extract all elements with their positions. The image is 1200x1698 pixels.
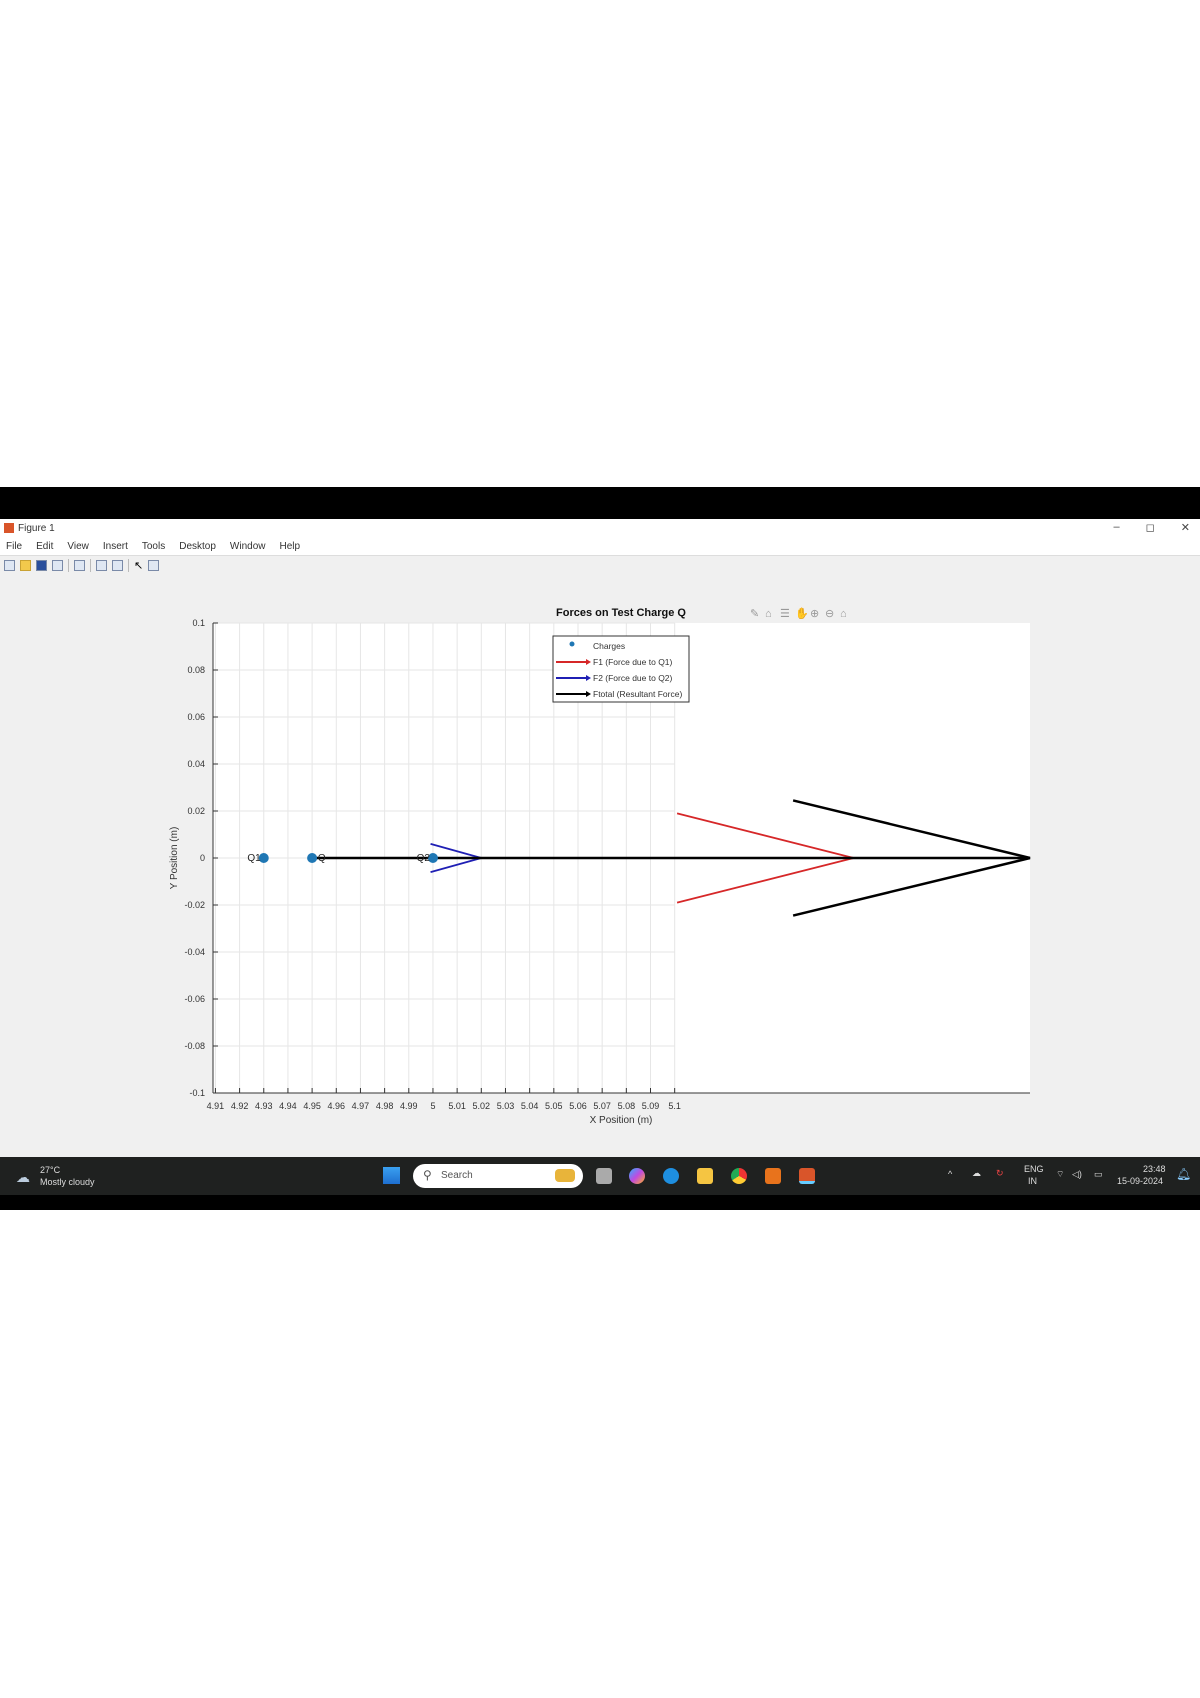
zoom-in-icon: ⊕: [810, 608, 819, 620]
x-tick-label: 5.01: [448, 1101, 466, 1111]
charge-label: Q1: [247, 853, 261, 864]
sync-icon[interactable]: ↻: [996, 1168, 1004, 1179]
x-tick-label: 5.05: [545, 1101, 563, 1111]
x-tick-label: 5.06: [569, 1101, 587, 1111]
edge-icon[interactable]: [663, 1168, 679, 1184]
search-box[interactable]: ⚲ Search: [413, 1164, 583, 1188]
x-tick-label: 5.08: [618, 1101, 636, 1111]
y-tick-label: 0.08: [187, 665, 205, 675]
x-tick-label: 5.09: [642, 1101, 660, 1111]
search-icon: ⚲: [423, 1168, 432, 1182]
legend-icon: ☰: [780, 608, 790, 620]
charge-label: Q: [318, 853, 326, 864]
x-tick-label: 4.99: [400, 1101, 418, 1111]
x-tick-label: 5.03: [497, 1101, 515, 1111]
charge-marker: [307, 853, 318, 863]
brush-icon: ⌂: [765, 608, 772, 620]
copilot-icon[interactable]: [629, 1168, 645, 1184]
clock-time[interactable]: 23:48: [1143, 1164, 1166, 1174]
y-tick-label: -0.08: [184, 1041, 205, 1051]
x-tick-label: 5.02: [473, 1101, 491, 1111]
search-highlight-icon: [555, 1169, 575, 1182]
x-tick-label: 5: [430, 1101, 435, 1111]
legend-label: F2 (Force due to Q2): [593, 673, 673, 683]
legend-marker-charges: [569, 641, 575, 647]
taskbar: ☁ 27°C Mostly cloudy ⚲ Search ^ ☁ ↻ ENG …: [0, 1157, 1200, 1195]
y-tick-label: 0: [200, 853, 205, 863]
x-tick-label: 5.04: [521, 1101, 539, 1111]
x-tick-label: 5.1: [668, 1101, 681, 1111]
legend-label: Ftotal (Resultant Force): [593, 689, 682, 699]
zoom-out-icon: ⊖: [825, 608, 834, 620]
x-tick-label: 4.96: [328, 1101, 346, 1111]
search-placeholder: Search: [441, 1170, 473, 1181]
battery-icon[interactable]: ▭: [1094, 1169, 1103, 1180]
y-tick-label: -0.06: [184, 994, 205, 1004]
volume-icon[interactable]: ◁): [1072, 1169, 1082, 1180]
region-label[interactable]: IN: [1028, 1176, 1037, 1186]
weather-temp[interactable]: 27°C: [40, 1165, 60, 1175]
language-label[interactable]: ENG: [1024, 1164, 1044, 1174]
data-tip-icon: ✎: [750, 608, 759, 620]
weather-icon: ☁: [16, 1169, 30, 1185]
legend-label: F1 (Force due to Q1): [593, 657, 673, 667]
chrome-icon[interactable]: [731, 1168, 747, 1184]
tray-chevron-icon[interactable]: ^: [948, 1169, 952, 1179]
clock-date[interactable]: 15-09-2024: [1117, 1176, 1163, 1186]
pan-icon: ✋: [795, 607, 809, 620]
x-axis-label: X Position (m): [590, 1115, 653, 1126]
weather-desc[interactable]: Mostly cloudy: [40, 1177, 95, 1187]
onedrive-icon[interactable]: ☁: [972, 1168, 981, 1179]
letterbox-bottom: [0, 1195, 1200, 1210]
legend-label: Charges: [593, 641, 625, 651]
y-tick-label: 0.1: [192, 618, 205, 628]
wifi-icon[interactable]: ⌔: [1056, 1169, 1064, 1180]
x-tick-label: 4.91: [207, 1101, 225, 1111]
file-explorer-icon[interactable]: [697, 1168, 713, 1184]
y-tick-label: -0.02: [184, 900, 205, 910]
plot-canvas: 4.91 4.92 4.93 4.94 4.95 4.96 4.97 4.98 4.99 5 5.0…: [169, 607, 1031, 1126]
x-tick-label: 4.98: [376, 1101, 394, 1111]
x-tick-label: 4.97: [352, 1101, 370, 1111]
sublime-icon[interactable]: [765, 1168, 781, 1184]
notification-bell-icon[interactable]: 🔔︎: [1176, 1167, 1191, 1181]
y-axis-label: Y Position (m): [169, 827, 180, 890]
home-icon: ⌂: [840, 608, 847, 620]
matlab-taskbar-icon[interactable]: [799, 1168, 815, 1184]
x-tick-label: 4.95: [303, 1101, 321, 1111]
x-tick-label: 4.92: [231, 1101, 249, 1111]
x-tick-label: 4.93: [255, 1101, 273, 1111]
y-tick-label: -0.1: [189, 1088, 205, 1098]
task-view-icon[interactable]: [596, 1168, 612, 1184]
y-tick-label: -0.04: [184, 947, 205, 957]
y-tick-label: 0.04: [187, 759, 205, 769]
y-tick-label: 0.06: [187, 712, 205, 722]
x-tick-label: 5.07: [593, 1101, 611, 1111]
start-button[interactable]: [383, 1167, 400, 1184]
chart-title: Forces on Test Charge Q: [556, 607, 686, 619]
charge-label: Q2: [417, 853, 431, 864]
x-tick-label: 4.94: [279, 1101, 297, 1111]
y-tick-label: 0.02: [187, 806, 205, 816]
